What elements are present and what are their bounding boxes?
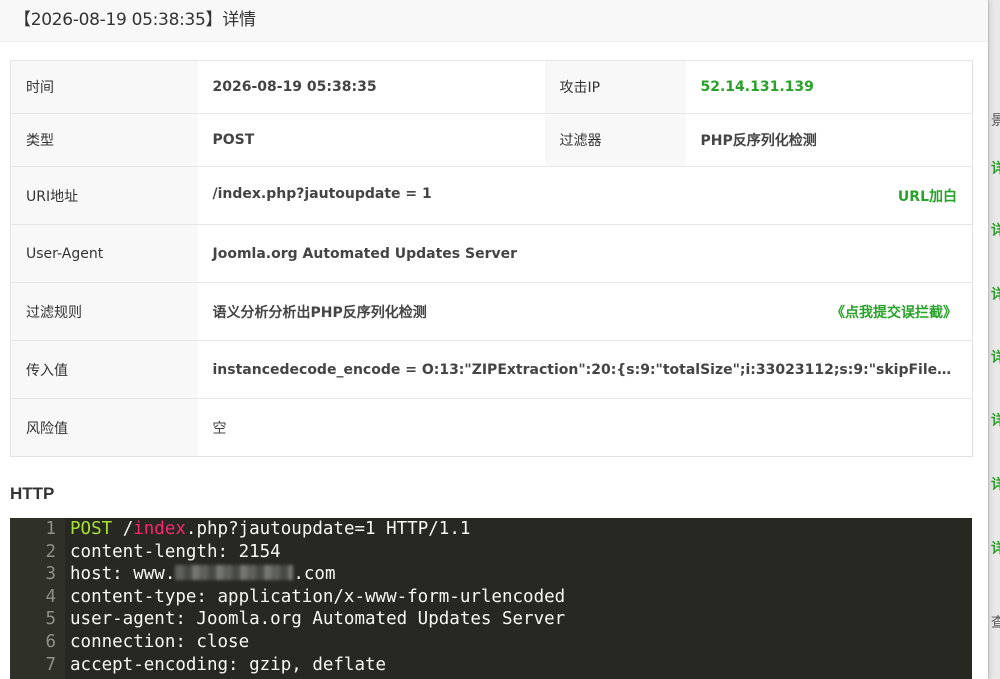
url-whitelist-link[interactable]: URL加白	[898, 186, 957, 206]
attack-ip-value: 52.14.131.139	[700, 79, 814, 95]
path-slash: /	[112, 519, 134, 539]
code-line: user-agent: Joomla.org Automated Updates…	[70, 609, 566, 630]
line-number: 2	[45, 541, 56, 562]
row-input-value: 传入值 instancedecode_encode = O:13:"ZIPExt…	[10, 340, 973, 399]
http-code-editor[interactable]: 1 2 3 4 5 6 7 POST /index.php?jautoupdat…	[10, 518, 972, 679]
background-fragment: 详	[991, 538, 1000, 558]
code-line: accept-encoding: gzip, deflate	[70, 654, 387, 675]
risk-value: 空	[197, 398, 973, 457]
time-label: 时间	[10, 60, 198, 114]
filter-value: PHP反序列化检测	[685, 113, 973, 167]
input-value: instancedecode_encode = O:13:"ZIPExtract…	[197, 340, 973, 399]
type-label: 类型	[10, 113, 198, 167]
background-fragment: 查	[991, 612, 1000, 632]
detail-dialog: 【2026-08-19 05:38:35】详情 时间 2026-08-19 05…	[0, 0, 988, 679]
uri-label: URI地址	[10, 166, 198, 225]
risk-label: 风险值	[10, 398, 198, 457]
line-number: 3	[45, 564, 56, 585]
time-value: 2026-08-19 05:38:35	[197, 60, 545, 114]
line-number: 6	[45, 631, 56, 652]
dialog-body: 时间 2026-08-19 05:38:35 攻击IP 52.14.131.13…	[10, 60, 973, 457]
background-fragment: 详	[991, 410, 1000, 430]
line-number-gutter: 1 2 3 4 5 6 7	[10, 518, 65, 679]
row-risk: 风险值 空	[10, 398, 973, 457]
code-line: host: www. .com	[70, 563, 972, 586]
row-filter-rule: 过滤规则 语义分析分析出PHP反序列化检测 《点我提交误拦截》	[10, 282, 973, 341]
redacted-host	[175, 565, 294, 581]
background-fragment: 景	[991, 110, 1000, 130]
line-number: 7	[45, 654, 56, 675]
filter-label: 过滤器	[544, 113, 686, 167]
filter-rule-label: 过滤规则	[10, 282, 198, 341]
background-fragment: 详	[991, 220, 1000, 240]
code-line: POST /index.php?jautoupdate=1 HTTP/1.1	[70, 518, 972, 541]
attack-ip-label: 攻击IP	[544, 60, 686, 114]
detail-table: 时间 2026-08-19 05:38:35 攻击IP 52.14.131.13…	[10, 60, 973, 457]
type-value: POST	[197, 113, 545, 167]
background-fragment: 详	[991, 158, 1000, 178]
row-uri: URI地址 /index.php?jautoupdate = 1 URL加白	[10, 166, 973, 225]
uri-value: /index.php?jautoupdate = 1	[212, 185, 432, 202]
host-suffix: .com	[293, 564, 336, 585]
code-line: connection: close	[70, 631, 250, 652]
host-prefix: host: www.	[70, 564, 176, 585]
background-fragment: 详	[991, 347, 1000, 367]
dialog-title: 【2026-08-19 05:38:35】详情	[14, 10, 256, 30]
line-number: 5	[45, 609, 56, 630]
http-section-title: HTTP	[10, 484, 55, 503]
code-line: content-length: 2154	[70, 541, 281, 562]
background-fragment: 详	[991, 284, 1000, 304]
row-time: 时间 2026-08-19 05:38:35 攻击IP 52.14.131.13…	[10, 60, 973, 114]
background-fragment: 详	[991, 474, 1000, 494]
line-number: 1	[45, 519, 56, 539]
code-line: content-type: application/x-www-form-url…	[70, 586, 566, 607]
dialog-header[interactable]: 【2026-08-19 05:38:35】详情	[0, 0, 988, 42]
report-false-positive-link[interactable]: 《点我提交误拦截》	[831, 302, 957, 322]
row-type: 类型 POST 过滤器 PHP反序列化检测	[10, 113, 973, 167]
user-agent-value: Joomla.org Automated Updates Server	[197, 224, 973, 283]
row-user-agent: User-Agent Joomla.org Automated Updates …	[10, 224, 973, 283]
filter-rule-value: 语义分析分析出PHP反序列化检测	[212, 304, 427, 321]
user-agent-label: User-Agent	[10, 224, 198, 283]
background-page-edge: 景 详 详 详 详 详 详 详 查	[988, 0, 1000, 679]
code-lines: POST /index.php?jautoupdate=1 HTTP/1.1 c…	[70, 518, 972, 676]
path-keyword: index	[133, 519, 186, 539]
http-method: POST	[70, 519, 113, 539]
input-value-label: 传入值	[10, 340, 198, 399]
line-number: 4	[45, 586, 56, 607]
path-rest: .php?jautoupdate=1 HTTP/1.1	[185, 519, 471, 539]
